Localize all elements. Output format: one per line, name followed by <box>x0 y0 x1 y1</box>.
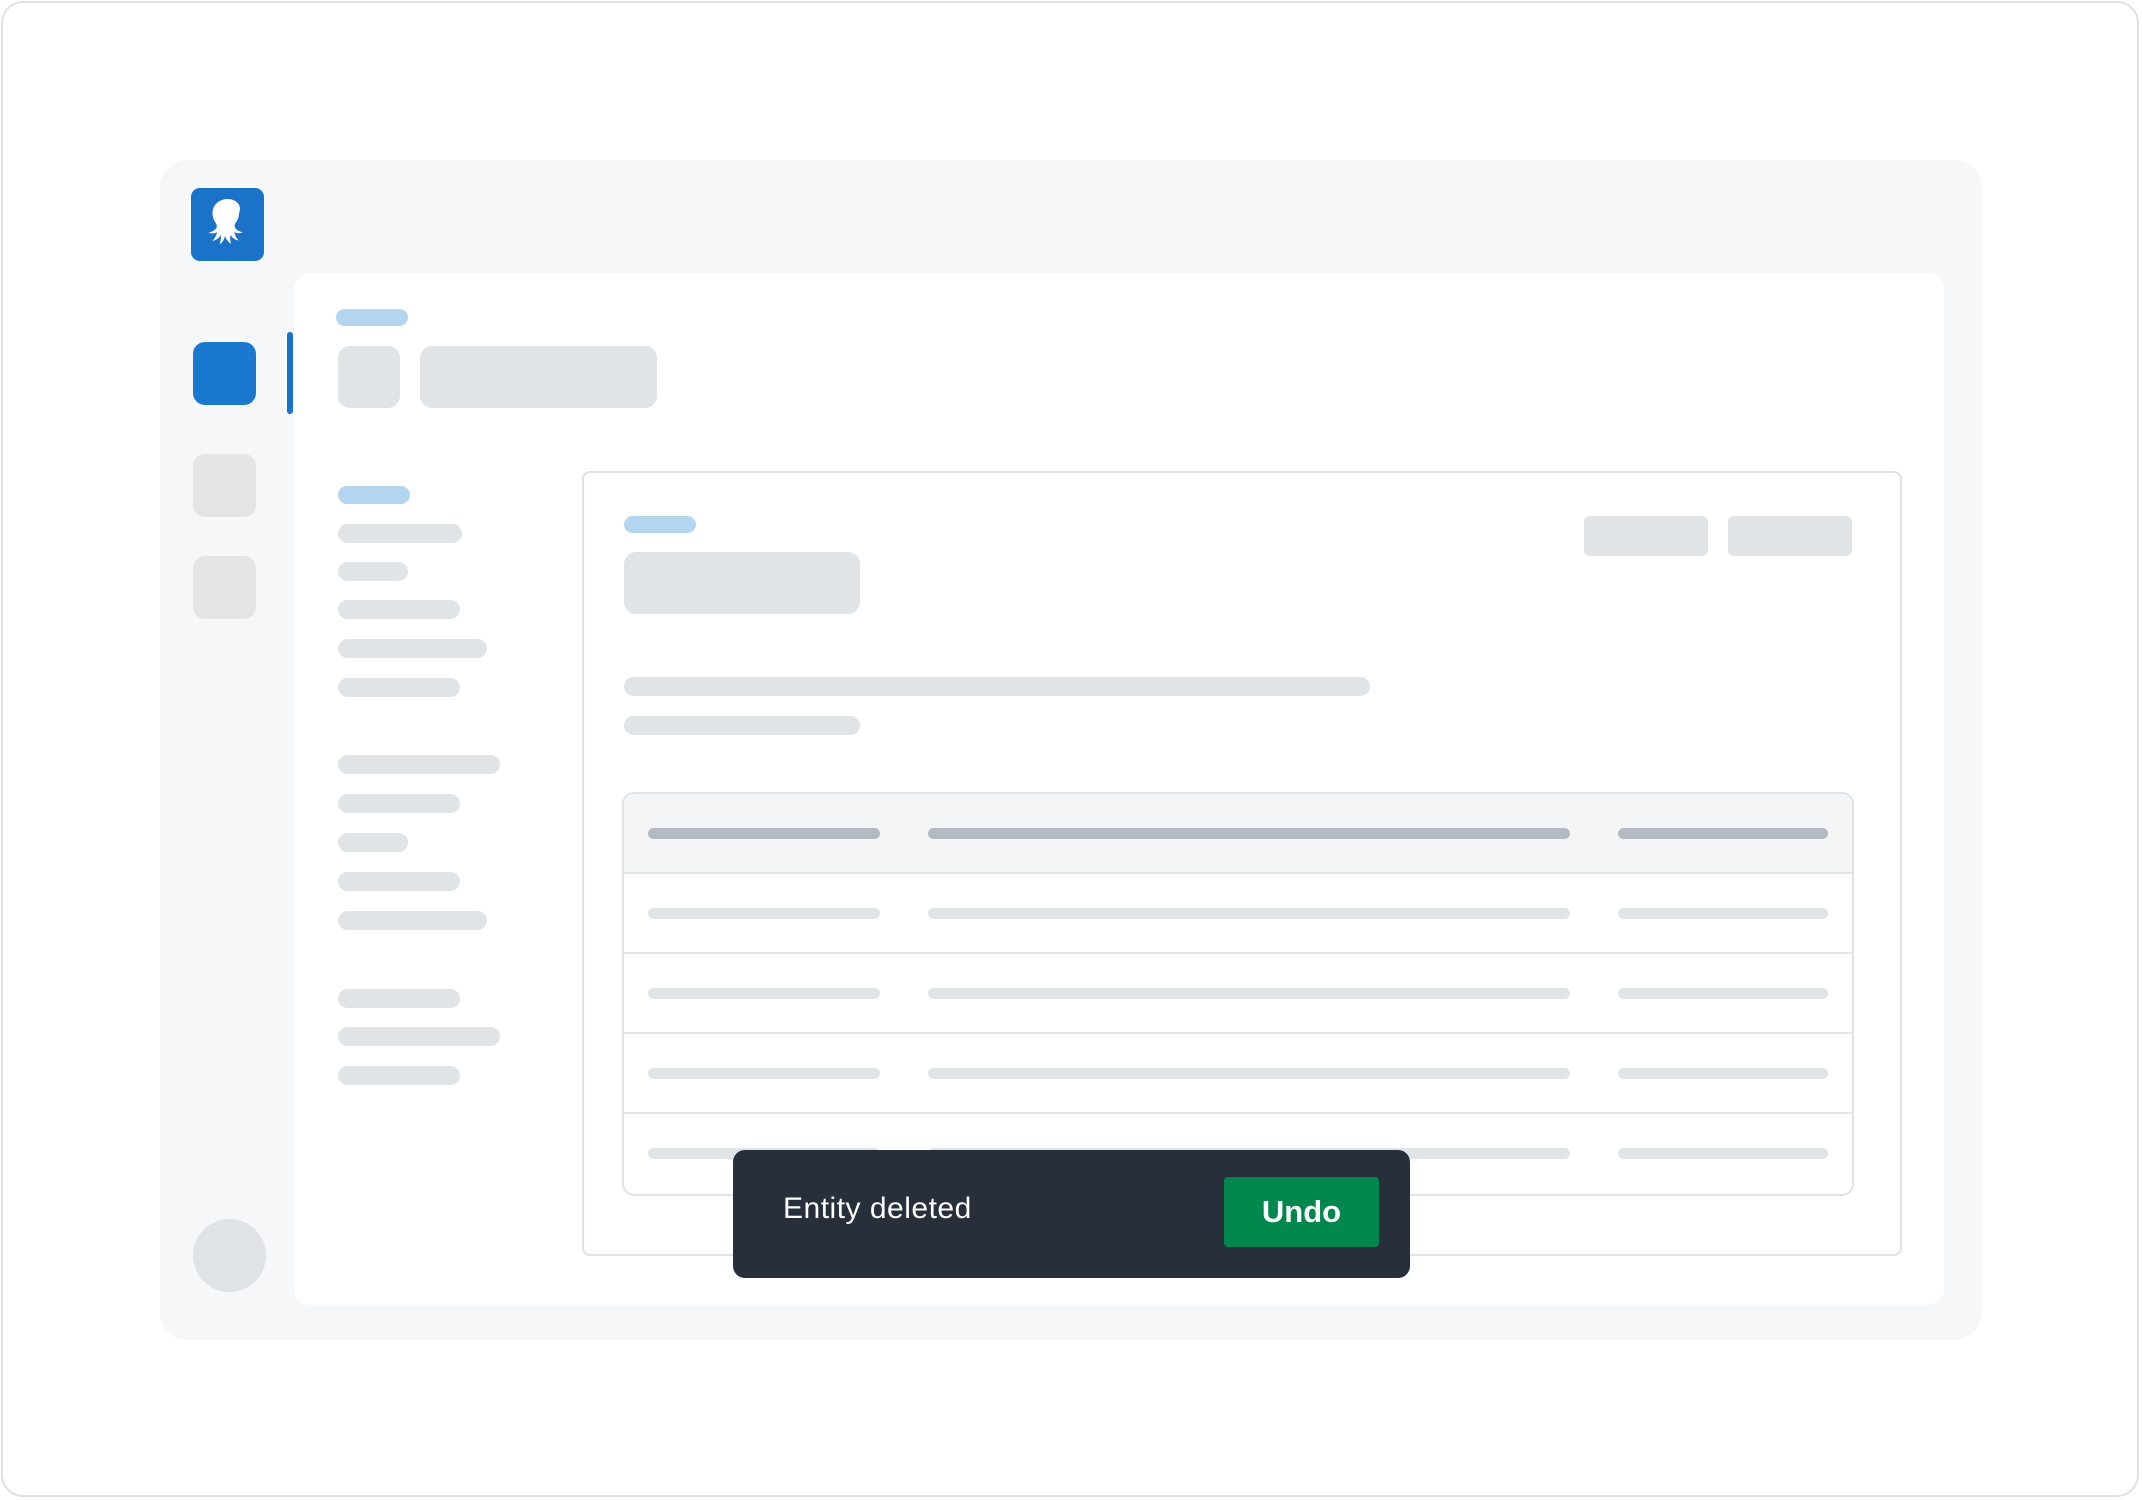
card-action-button[interactable] <box>1584 516 1708 556</box>
secondary-nav-item[interactable] <box>338 794 460 813</box>
active-nav-indicator <box>287 332 293 414</box>
column-header-placeholder[interactable] <box>1618 828 1828 839</box>
undo-button[interactable]: Undo <box>1224 1177 1379 1247</box>
table-row[interactable] <box>624 874 1852 954</box>
secondary-nav-item[interactable] <box>338 524 462 543</box>
nav-item[interactable] <box>193 454 256 517</box>
table-row[interactable] <box>624 1034 1852 1114</box>
secondary-nav-item[interactable] <box>338 639 487 658</box>
secondary-nav-item[interactable] <box>338 1066 460 1085</box>
secondary-nav-heading-placeholder <box>338 486 410 504</box>
secondary-nav-item[interactable] <box>338 911 487 930</box>
octopus-logo-icon <box>208 199 243 245</box>
nav-item[interactable] <box>193 556 256 619</box>
table-cell-placeholder <box>648 908 880 919</box>
card-title-placeholder <box>624 552 860 614</box>
table-cell-placeholder <box>1618 1148 1828 1159</box>
table-cell-placeholder <box>648 988 880 999</box>
secondary-nav-item[interactable] <box>338 755 500 774</box>
table-cell-placeholder <box>1618 1068 1828 1079</box>
secondary-nav-item[interactable] <box>338 562 408 581</box>
table-cell-placeholder <box>648 1068 880 1079</box>
secondary-nav-item[interactable] <box>338 600 460 619</box>
card-action-button[interactable] <box>1728 516 1852 556</box>
breadcrumb-placeholder <box>336 309 408 326</box>
table-cell-placeholder <box>928 988 1570 999</box>
description-line-placeholder <box>624 716 860 735</box>
nav-item-active[interactable] <box>193 342 256 405</box>
table-row[interactable] <box>624 954 1852 1034</box>
table-cell-placeholder <box>1618 988 1828 999</box>
toast-message: Entity deleted <box>783 1192 972 1225</box>
data-table <box>622 792 1854 1196</box>
toast-notification: Entity deleted Undo <box>733 1150 1410 1278</box>
column-header-placeholder[interactable] <box>648 828 880 839</box>
column-header-placeholder[interactable] <box>928 828 1570 839</box>
table-cell-placeholder <box>928 1068 1570 1079</box>
secondary-nav-item[interactable] <box>338 872 460 891</box>
avatar[interactable] <box>193 1219 266 1292</box>
page-icon-placeholder <box>338 346 400 408</box>
page-title-placeholder <box>420 346 657 408</box>
secondary-nav-item[interactable] <box>338 833 408 852</box>
card-breadcrumb-placeholder <box>624 516 696 533</box>
secondary-nav-item[interactable] <box>338 678 460 697</box>
table-header <box>624 794 1852 874</box>
secondary-nav-item[interactable] <box>338 989 460 1008</box>
table-cell-placeholder <box>1618 908 1828 919</box>
description-line-placeholder <box>624 677 1370 696</box>
table-cell-placeholder <box>928 908 1570 919</box>
secondary-nav-item[interactable] <box>338 1027 500 1046</box>
app-logo[interactable] <box>191 188 264 261</box>
